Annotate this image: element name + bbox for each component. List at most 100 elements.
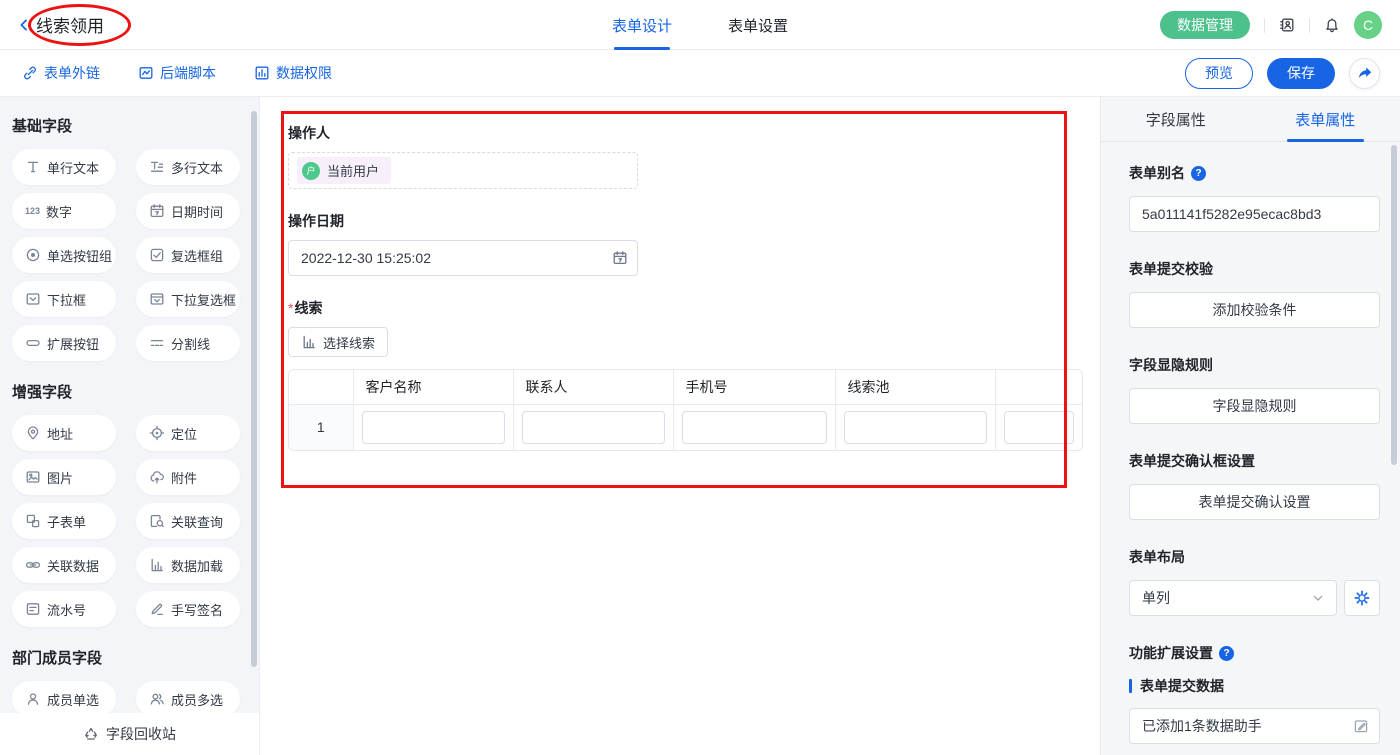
field-pill-label: 地址	[47, 424, 73, 443]
bell-icon[interactable]	[1324, 17, 1340, 33]
field-pill-数字[interactable]: 123数字	[12, 193, 116, 229]
field-pill-扩展按钮[interactable]: 扩展按钮	[12, 325, 116, 361]
field-recycle-bin-button[interactable]: 字段回收站	[0, 713, 259, 755]
current-user-tag[interactable]: 户 当前用户	[297, 157, 391, 184]
panel-section: 字段显隐规则字段显隐规则	[1129, 355, 1380, 424]
select-clue-button[interactable]: 选择线索	[288, 327, 388, 357]
form-layout-section: 表单布局 单列	[1129, 547, 1380, 616]
field-pill-日期时间[interactable]: 日期时间	[136, 193, 240, 229]
field-pill-关联查询[interactable]: 关联查询	[136, 503, 240, 539]
properties-panel: 字段属性表单属性 表单别名 ? 表单提交校验添加校验条件字段显隐规则字段显隐规则…	[1100, 97, 1400, 755]
clue-cell-input[interactable]	[1004, 411, 1075, 444]
field-pill-分割线[interactable]: 分割线	[136, 325, 240, 361]
panel-section-button[interactable]: 表单提交确认设置	[1129, 484, 1380, 520]
panel-section-heading: 表单提交校验	[1129, 259, 1380, 279]
page-title: 线索领用	[36, 12, 104, 37]
clue-cell-input[interactable]	[362, 411, 505, 444]
field-pill-单选按钮组[interactable]: 单选按钮组	[12, 237, 116, 273]
edit-icon[interactable]	[1353, 718, 1369, 734]
field-pill-流水号[interactable]: 流水号	[12, 591, 116, 627]
clue-cell-input[interactable]	[844, 411, 987, 444]
clue-cell-input[interactable]	[682, 411, 827, 444]
field-pill-定位[interactable]: 定位	[136, 415, 240, 451]
header-tab-1[interactable]: 表单设置	[728, 0, 788, 50]
toolbar-link[interactable]: 表单外链	[22, 63, 100, 83]
serial-number-icon	[25, 601, 41, 617]
preview-button[interactable]: 预览	[1185, 58, 1253, 89]
field-pill-成员多选[interactable]: 成员多选	[136, 681, 240, 717]
form-canvas: 操作人 户 当前用户 操作日期 *线索 选择线索	[260, 97, 1100, 755]
recycle-icon	[83, 726, 99, 742]
back-icon[interactable]	[16, 17, 32, 33]
field-pill-附件[interactable]: 附件	[136, 459, 240, 495]
field-pill-label: 图片	[47, 468, 73, 487]
field-pill-子表单[interactable]: 子表单	[12, 503, 116, 539]
extension-settings-heading: 功能扩展设置 ?	[1129, 643, 1380, 663]
field-pill-label: 关联数据	[47, 556, 99, 575]
field-pill-地址[interactable]: 地址	[12, 415, 116, 451]
panel-scrollbar[interactable]	[1391, 145, 1397, 465]
linked-data-icon	[25, 557, 41, 573]
clue-col-index-header	[289, 370, 353, 404]
bar-chart-icon	[301, 334, 317, 350]
form-designer-app: 线索领用 表单设计表单设置 数据管理 C 表单外链后端脚本数据权限 预览 保存 …	[0, 0, 1400, 755]
field-pill-label: 分割线	[171, 334, 210, 353]
panel-tab-0[interactable]: 字段属性	[1101, 97, 1251, 141]
clue-column-header: 客户名称	[353, 370, 513, 404]
data-manage-button[interactable]: 数据管理	[1160, 11, 1250, 39]
required-mark: *	[288, 300, 293, 316]
number-icon: 123	[25, 206, 40, 216]
submit-data-subheading: 表单提交数据	[1129, 676, 1380, 696]
share-button[interactable]	[1349, 58, 1380, 89]
date-field	[288, 240, 638, 276]
field-library-sidebar: 基础字段单行文本多行文本 123数字日期时间单选按钮组复选框组下拉框 下拉复选框扩展…	[0, 97, 260, 755]
checkbox-group-icon	[149, 247, 165, 263]
field-pill-数据加载[interactable]: 数据加载	[136, 547, 240, 583]
sidebar-scrollbar[interactable]	[251, 111, 257, 667]
clue-cell-input[interactable]	[522, 411, 665, 444]
field-pill-多行文本[interactable]: 多行文本	[136, 149, 240, 185]
help-icon[interactable]: ?	[1191, 166, 1206, 181]
layout-select-value: 单列	[1142, 588, 1170, 608]
field-pill-图片[interactable]: 图片	[12, 459, 116, 495]
field-pill-下拉框[interactable]: 下拉框	[12, 281, 116, 317]
sidebar-group-title: 基础字段	[12, 115, 259, 136]
field-pill-关联数据[interactable]: 关联数据	[12, 547, 116, 583]
field-pill-成员单选[interactable]: 成员单选	[12, 681, 116, 717]
save-button[interactable]: 保存	[1267, 58, 1335, 89]
submit-data-box: 已添加1条数据助手	[1129, 708, 1380, 744]
form-alias-input[interactable]	[1129, 196, 1380, 232]
toolbar-links: 表单外链 后端脚本 数据权限	[22, 63, 332, 83]
layout-gear-button[interactable]	[1344, 580, 1380, 616]
panel-section-button[interactable]: 字段显隐规则	[1129, 388, 1380, 424]
field-pill-label: 下拉复选框	[171, 290, 236, 309]
toolbar-right: 预览 保存	[1185, 58, 1380, 89]
field-pill-label: 流水号	[47, 600, 86, 619]
field-pill-单行文本[interactable]: 单行文本	[12, 149, 116, 185]
multi-select-icon	[149, 291, 165, 307]
field-pill-下拉复选框[interactable]: 下拉复选框	[136, 281, 240, 317]
address-book-icon[interactable]	[1279, 17, 1295, 33]
member-multi-icon	[149, 691, 165, 707]
date-field-label: 操作日期	[288, 211, 1060, 231]
calendar-icon[interactable]	[612, 250, 628, 266]
help-icon[interactable]: ?	[1219, 646, 1234, 661]
layout-select[interactable]: 单列	[1129, 580, 1337, 616]
field-pill-复选框组[interactable]: 复选框组	[136, 237, 240, 273]
operator-field[interactable]: 户 当前用户	[288, 152, 638, 189]
toolbar-link[interactable]: 后端脚本	[138, 63, 216, 83]
field-pill-手写签名[interactable]: 手写签名	[136, 591, 240, 627]
date-input[interactable]	[288, 240, 638, 276]
form-alias-heading: 表单别名 ?	[1129, 163, 1380, 183]
toolbar-link-label: 数据权限	[276, 63, 332, 83]
panel-tab-1[interactable]: 表单属性	[1251, 97, 1400, 141]
sidebar-group-title: 部门成员字段	[12, 647, 259, 668]
toolbar-link[interactable]: 数据权限	[254, 63, 332, 83]
user-badge-icon: 户	[302, 162, 320, 180]
avatar[interactable]: C	[1354, 11, 1382, 39]
panel-section-button[interactable]: 添加校验条件	[1129, 292, 1380, 328]
clue-table-row: 1	[289, 404, 1082, 450]
header-tab-0[interactable]: 表单设计	[612, 0, 672, 50]
radio-group-icon	[25, 247, 41, 263]
clue-column-header: 手机号	[673, 370, 835, 404]
